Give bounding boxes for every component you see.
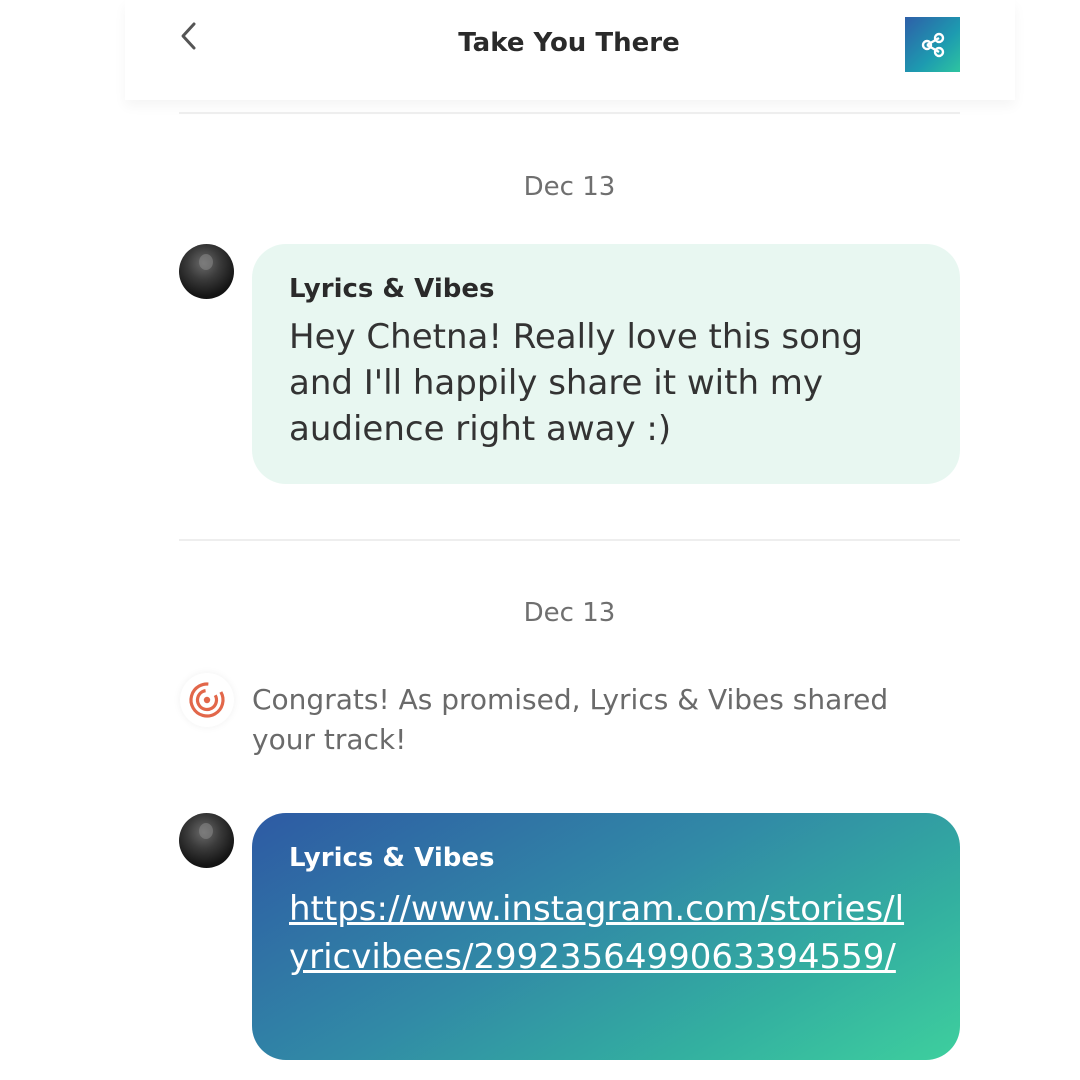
shared-link[interactable]: https://www.instagram.com/stories/lyricv… [289,885,923,981]
target-icon [189,682,225,718]
sender-name: Lyrics & Vibes [289,274,495,304]
message-bubble: Lyrics & Vibes Hey Chetna! Really love t… [252,244,960,484]
divider [179,539,960,541]
avatar[interactable] [179,244,234,299]
back-button[interactable] [174,18,202,54]
message-text: Hey Chetna! Really love this song and I'… [289,317,864,449]
system-notice-text: Congrats! As promised, Lyrics & Vibes sh… [252,683,889,756]
avatar[interactable] [179,813,234,868]
link-message-bubble: Lyrics & Vibes https://www.instagram.com… [252,813,960,1060]
system-notice-icon [180,673,234,727]
chevron-left-icon [181,22,196,50]
page-title: Take You There [458,28,680,58]
divider [179,112,960,114]
sender-name: Lyrics & Vibes [289,843,495,873]
share-button[interactable] [905,17,960,72]
date-label: Dec 13 [523,598,616,628]
share-icon [921,32,944,57]
date-label: Dec 13 [523,172,616,202]
